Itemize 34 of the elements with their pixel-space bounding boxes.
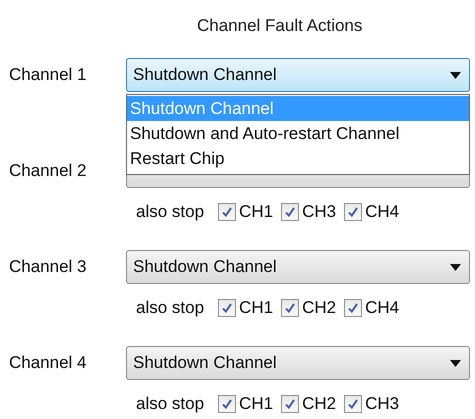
section-title: Channel Fault Actions	[197, 16, 362, 35]
also-stop-label: also stop	[136, 393, 204, 416]
caret-icon	[450, 72, 461, 78]
checkbox[interactable]: CH1	[218, 391, 274, 417]
dropdown[interactable]: Shutdown Channel	[126, 346, 470, 380]
menu-item[interactable]: Shutdown and Auto-restart Channel	[127, 121, 469, 146]
checkbox[interactable]: CH3	[281, 199, 336, 225]
caret-icon	[450, 264, 461, 270]
dropdown[interactable]: Shutdown Channel	[126, 58, 470, 92]
menu-item[interactable]: Restart Chip	[127, 146, 469, 171]
check-icon	[284, 302, 296, 314]
checkbox[interactable]: CH1	[218, 295, 274, 321]
channel-label: Channel 3	[8, 256, 88, 278]
dropdown[interactable]: Shutdown Channel	[126, 250, 470, 284]
channel-label: Channel 2	[8, 160, 88, 182]
check-icon	[347, 302, 360, 314]
check-icon	[347, 206, 360, 218]
channel-label: Channel 1	[8, 64, 88, 86]
check-icon	[221, 206, 234, 218]
checkbox[interactable]: CH1	[218, 199, 274, 225]
check-icon	[347, 398, 360, 410]
checkbox[interactable]: CH4	[344, 199, 400, 225]
check-icon	[284, 206, 296, 218]
channel-label: Channel 4	[8, 352, 88, 374]
also-stop-label: also stop	[136, 297, 204, 320]
check-icon	[221, 302, 234, 314]
also-stop-label: also stop	[136, 201, 204, 224]
checkbox[interactable]: CH2	[281, 295, 336, 321]
checkbox[interactable]: CH2	[281, 391, 336, 417]
check-icon	[221, 398, 234, 410]
checkbox[interactable]: CH4	[344, 295, 400, 321]
check-icon	[284, 398, 296, 410]
caret-icon	[450, 360, 461, 366]
checkbox[interactable]: CH3	[344, 391, 400, 417]
